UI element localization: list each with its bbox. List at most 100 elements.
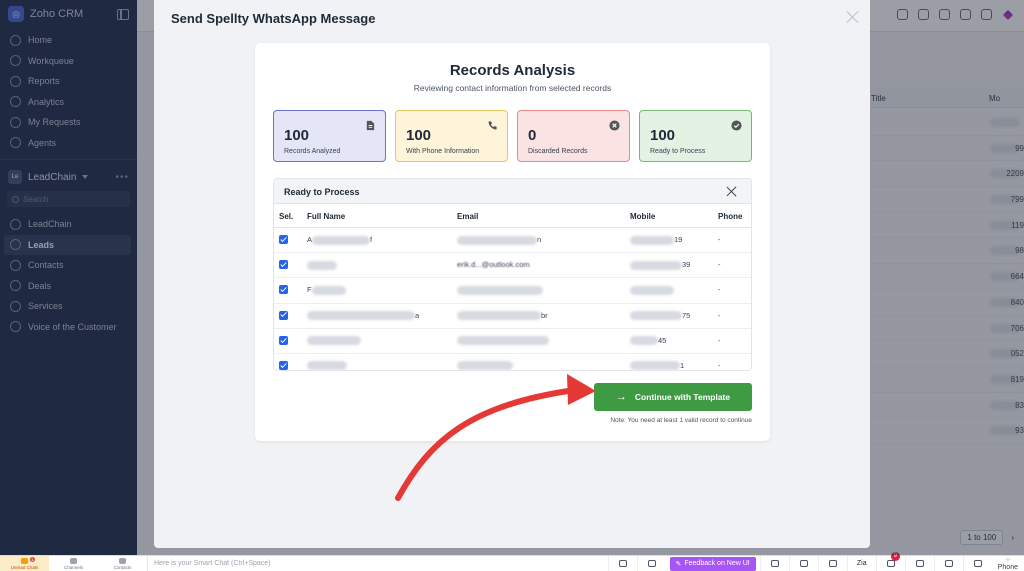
row-checkbox[interactable]: [279, 260, 288, 270]
redacted-text: [630, 361, 680, 370]
table-column-headers: Sel. Full Name Email Mobile Phone: [274, 204, 751, 228]
zia-button[interactable]: Zia: [846, 555, 876, 571]
stat-value: 100: [406, 127, 432, 144]
edit-icon: ✎: [675, 560, 682, 568]
stat-value: 100: [284, 127, 310, 144]
full-name-cell: [307, 260, 337, 270]
mobile-text: 1: [680, 360, 685, 370]
phone-cell: -: [718, 310, 721, 320]
email-cell: [457, 336, 549, 346]
reminders-button[interactable]: 9: [875, 551, 905, 571]
signals-icon: [828, 560, 837, 567]
validation-note: Note: You need at least 1 valid record t…: [610, 417, 752, 424]
phone-cell: -: [718, 285, 721, 295]
redacted-text: [630, 311, 682, 321]
email-text: n: [537, 235, 542, 244]
ready-records-table: Ready to Process Sel. Full Name Email Mo…: [273, 178, 752, 371]
modal-header: Send Spellty WhatsApp Message: [154, 0, 870, 36]
stat-value: 100: [650, 127, 676, 144]
feedback-button[interactable]: ✎ Feedback on New UI: [669, 556, 756, 571]
row-checkbox[interactable]: [279, 235, 288, 244]
history-icon: [915, 560, 924, 567]
stat-label: Records Analyzed: [284, 148, 341, 155]
smart-chat-input[interactable]: Here is your Smart Chat (Ctrl+Space): [147, 555, 608, 571]
redacted-text: [457, 235, 537, 245]
continue-button-label: Continue with Template: [634, 392, 731, 402]
close-table-icon[interactable]: [726, 186, 737, 197]
zia-label: Zia: [856, 560, 867, 567]
contacts-tab[interactable]: Contacts: [98, 556, 147, 571]
email-cell: [457, 285, 543, 295]
row-checkbox[interactable]: [279, 310, 288, 320]
close-icon[interactable]: [846, 10, 860, 24]
mobile-cell: 19: [630, 235, 682, 245]
redacted-text: [457, 285, 543, 295]
notes-icon: [799, 560, 808, 567]
full-name-cell: F: [307, 285, 346, 295]
stat-with-phone: 100 With Phone Information: [395, 110, 508, 162]
tab-label: Contacts: [113, 564, 132, 570]
table-title: Ready to Process: [284, 187, 360, 197]
table-body: Af n 19 - erik.d...@outlook.com 39 - F -…: [274, 228, 751, 370]
redacted-text: [630, 285, 674, 295]
phone-button[interactable]: ⁘ Phone: [992, 557, 1024, 571]
phone-cell: -: [718, 360, 721, 370]
phone-icon: ⁘: [1004, 556, 1011, 564]
channels-tab[interactable]: Channels: [49, 556, 98, 571]
apps-button[interactable]: [962, 555, 992, 571]
tab-label: Unread Chats: [10, 564, 39, 570]
table-row: 45 -: [274, 329, 751, 354]
compose-button[interactable]: [636, 555, 666, 571]
row-checkbox[interactable]: [279, 285, 288, 295]
monitor-icon: [618, 560, 627, 567]
continue-with-template-button[interactable]: → Continue with Template: [594, 383, 752, 411]
apps-icon: [973, 560, 982, 567]
email-text: erik.d...@outlook.com: [457, 260, 530, 270]
records-analysis-card: Records Analysis Reviewing contact infor…: [255, 43, 770, 441]
screen-share-button[interactable]: [607, 555, 637, 571]
feedback-label: Feedback on New UI: [684, 560, 750, 567]
table-row: Af n 19 -: [274, 228, 751, 254]
unread-chats-tab[interactable]: Unread Chats 1: [0, 555, 49, 571]
bottom-bar-tools: ✎ Feedback on New UI Zia 9 ⁘ Phone: [607, 551, 1024, 571]
full-name-cell: a: [307, 311, 419, 321]
redacted-text: [630, 336, 658, 346]
email-cell: [457, 361, 513, 370]
whatsapp-message-modal: Send Spellty WhatsApp Message Records An…: [154, 0, 870, 548]
row-checkbox[interactable]: [279, 335, 288, 345]
history-button[interactable]: [904, 555, 934, 571]
card-subtitle: Reviewing contact information from selec…: [413, 83, 612, 93]
mobile-cell: 39: [630, 260, 690, 270]
stat-label: Ready to Process: [650, 148, 706, 155]
row-checkbox[interactable]: [279, 360, 288, 370]
table-row: a br 75 -: [274, 304, 751, 329]
column-header-phone: Phone: [718, 212, 743, 221]
table-row: 1 -: [274, 354, 751, 370]
signals-button[interactable]: [817, 555, 847, 571]
mobile-cell: [630, 285, 674, 295]
column-header-mobile: Mobile: [630, 212, 656, 221]
stat-value: 0: [528, 127, 537, 144]
channels-icon: [70, 557, 77, 564]
phone-cell: -: [718, 235, 721, 244]
announcement-button[interactable]: [759, 555, 789, 571]
column-header-full-name: Full Name: [307, 212, 346, 221]
name-text: F: [307, 285, 312, 295]
mobile-text: 39: [682, 260, 691, 270]
notes-button[interactable]: [788, 555, 818, 571]
stat-ready-to-process: 100 Ready to Process: [639, 110, 752, 162]
email-text: br: [541, 310, 548, 320]
full-name-cell: [307, 361, 347, 370]
modal-title: Send Spellty WhatsApp Message: [171, 10, 376, 26]
phone-icon: [488, 121, 497, 130]
phone-cell: -: [718, 260, 721, 270]
redacted-text: [307, 260, 337, 270]
mobile-text: 45: [658, 335, 667, 345]
redacted-text: [312, 235, 371, 245]
card-title: Records Analysis: [449, 62, 576, 79]
redacted-text: [457, 336, 549, 346]
contacts-icon: [119, 557, 126, 564]
tab-label: Channels: [63, 564, 83, 570]
upload-button[interactable]: [933, 555, 963, 571]
redacted-text: [307, 336, 361, 346]
